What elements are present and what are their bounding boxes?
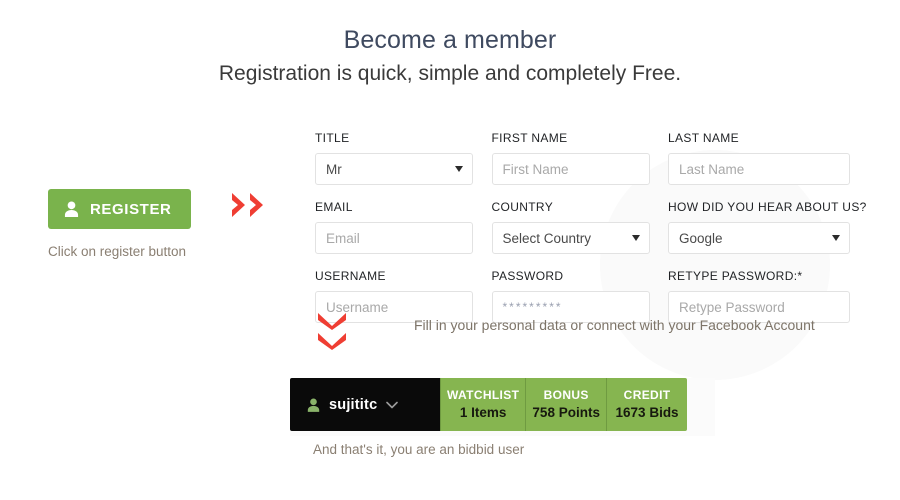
- page-title: Become a member: [343, 26, 557, 54]
- field-label-username: USERNAME: [315, 269, 386, 283]
- stat-watchlist-label: WATCHLIST: [447, 388, 520, 402]
- account-menu-button[interactable]: sujititc: [290, 378, 440, 431]
- fill-form-caption: Fill in your personal data or connect wi…: [414, 317, 815, 333]
- field-label-country: COUNTRY: [491, 200, 554, 214]
- field-label-password: PASSWORD: [491, 269, 564, 283]
- user-account-bar: sujititc WATCHLIST 1 Items BONUS 758 Poi…: [290, 378, 687, 431]
- register-button-label: REGISTER: [90, 200, 172, 218]
- double-chevron-down-icon: [317, 311, 347, 350]
- field-hear-about-us: HOW DID YOU HEAR ABOUT US? Google: [668, 185, 867, 254]
- chevron-down-icon: [386, 401, 399, 408]
- registration-form: TITLE Mr FIRST NAME First Name LAST NAME…: [315, 130, 867, 323]
- chevron-down-icon: [318, 333, 346, 350]
- field-country: COUNTRY Select Country: [491, 185, 650, 254]
- field-title: TITLE Mr: [315, 130, 473, 185]
- chevron-down-icon: [832, 235, 840, 241]
- hear-about-us-select[interactable]: Google: [668, 222, 850, 254]
- field-retype-password: RETYPE PASSWORD:* Retype Password: [668, 254, 850, 323]
- hear-about-us-select-value: Google: [679, 230, 723, 246]
- user-account-bar-wrapper: sujititc WATCHLIST 1 Items BONUS 758 Poi…: [290, 378, 715, 436]
- person-icon: [307, 398, 320, 412]
- field-label-first-name: FIRST NAME: [491, 131, 568, 145]
- step-register: REGISTER Click on register button: [48, 189, 248, 261]
- field-label-last-name: LAST NAME: [668, 131, 739, 145]
- field-last-name: LAST NAME Last Name: [668, 130, 850, 185]
- first-name-input[interactable]: First Name: [491, 153, 650, 185]
- registration-howto-page: Become a member Registration is quick, s…: [0, 0, 900, 500]
- stat-credit-label: CREDIT: [623, 388, 671, 402]
- register-step-caption: Click on register button: [48, 244, 187, 259]
- last-name-input[interactable]: Last Name: [668, 153, 850, 185]
- account-username: sujititc: [329, 396, 378, 413]
- person-icon: [64, 201, 79, 217]
- country-select[interactable]: Select Country: [491, 222, 650, 254]
- page-subtitle: Registration is quick, simple and comple…: [218, 62, 682, 85]
- field-label-hear-about-us: HOW DID YOU HEAR ABOUT US?: [668, 200, 867, 214]
- chevron-down-icon: [455, 166, 463, 172]
- chevron-right-icon: [232, 193, 245, 217]
- stat-watchlist-value: 1 Items: [459, 405, 507, 420]
- chevron-down-icon: [318, 313, 346, 330]
- stat-credit-value: 1673 Bids: [615, 405, 679, 420]
- chevron-right-icon: [250, 193, 263, 217]
- stat-bonus[interactable]: BONUS 758 Points: [525, 378, 607, 431]
- final-step-caption: And that's it, you are an bidbid user: [313, 442, 525, 457]
- page-header: Become a member Registration is quick, s…: [0, 24, 900, 88]
- country-select-value: Select Country: [502, 230, 592, 246]
- title-select-value: Mr: [326, 161, 342, 177]
- title-select[interactable]: Mr: [315, 153, 473, 185]
- stat-watchlist[interactable]: WATCHLIST 1 Items: [440, 378, 526, 431]
- field-label-retype-password: RETYPE PASSWORD:*: [668, 269, 803, 283]
- email-input[interactable]: Email: [315, 222, 473, 254]
- register-button[interactable]: REGISTER: [48, 189, 191, 229]
- field-label-email: EMAIL: [315, 200, 353, 214]
- stat-bonus-label: BONUS: [543, 388, 589, 402]
- stat-bonus-value: 758 Points: [532, 405, 600, 420]
- field-email: EMAIL Email: [315, 185, 473, 254]
- field-password: PASSWORD *********: [491, 254, 650, 323]
- field-label-title: TITLE: [315, 131, 350, 145]
- field-first-name: FIRST NAME First Name: [491, 130, 650, 185]
- stat-credit[interactable]: CREDIT 1673 Bids: [606, 378, 687, 431]
- double-chevron-right-icon: [230, 192, 265, 218]
- chevron-down-icon: [631, 235, 640, 241]
